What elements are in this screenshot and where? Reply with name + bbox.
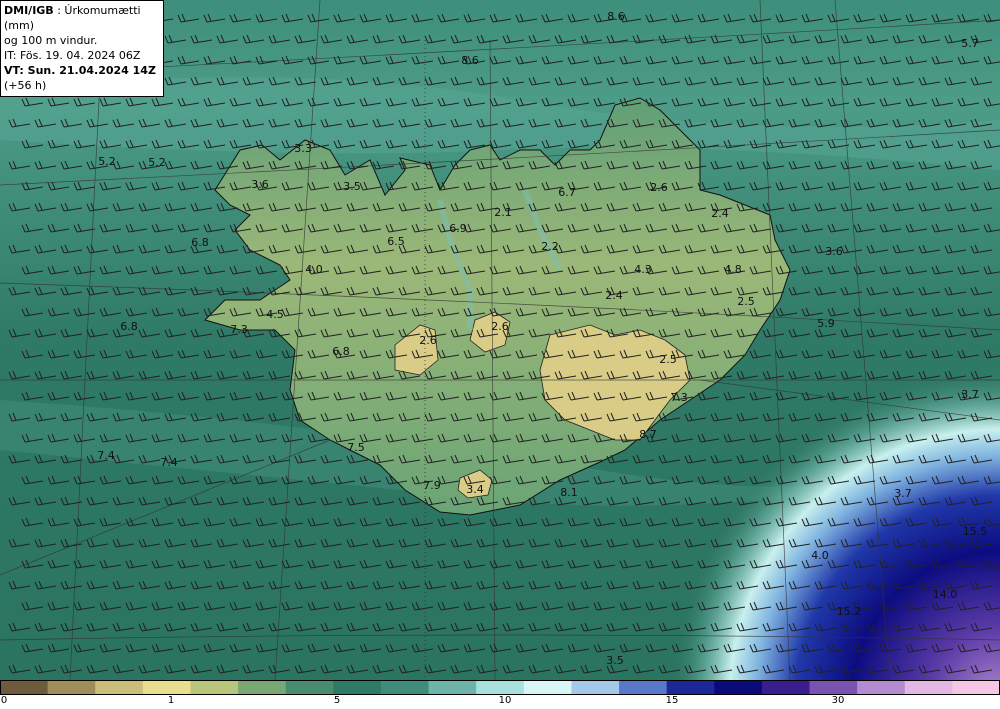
precip-value-label: 6.8	[120, 320, 138, 333]
precip-value-label: 3.4	[466, 483, 484, 496]
header-line-2: og 100 m vindur.	[4, 34, 98, 47]
precip-value-label: 2.4	[711, 207, 729, 220]
colorbar-segment	[47, 680, 96, 695]
precip-value-label: 4.0	[305, 263, 323, 276]
precip-value-label: 6.7	[558, 186, 576, 199]
colorbar-segment	[0, 680, 49, 695]
header-line-1: DMI/IGB : Úrkomumætti (mm)	[4, 3, 158, 33]
precip-value-label: 6.9	[449, 222, 467, 235]
precip-value-label: 7.4	[97, 449, 115, 462]
precip-value-label: 5.2	[98, 155, 116, 168]
precip-value-label: 5.9	[817, 317, 835, 330]
precip-value-label: 8.1	[560, 486, 578, 499]
precip-value-label: 2.1	[494, 206, 512, 219]
colorbar-segment	[523, 680, 573, 695]
precip-value-label: 3.6	[825, 245, 843, 258]
precip-value-label: 3.5	[343, 180, 361, 193]
colorbar-segment	[95, 680, 144, 695]
map-header: DMI/IGB : Úrkomumætti (mm) og 100 m vind…	[0, 0, 164, 97]
precip-value-label: 3.6	[251, 178, 269, 191]
precip-value-label: 7.3	[230, 323, 248, 336]
colorbar-segment	[285, 680, 334, 695]
source-label: DMI/IGB	[4, 4, 54, 17]
colorbar-tick: 1	[167, 695, 175, 706]
precip-value-label: 2.5	[659, 353, 677, 366]
precip-value-label: 4.3	[634, 263, 652, 276]
precip-value-label: 4.0	[811, 549, 829, 562]
precip-value-label: 2.2	[541, 240, 559, 253]
colorbar-segment	[380, 680, 430, 695]
precip-value-label: 2.5	[737, 295, 755, 308]
precip-value-label: 4.5	[266, 308, 284, 321]
precip-value-label: 3.5	[606, 654, 624, 667]
colorbar-segment	[476, 680, 525, 695]
colorbar-segment	[142, 680, 192, 695]
precip-value-label: 2.4	[605, 289, 623, 302]
colorbar-segment	[571, 680, 620, 695]
precip-value-label: 6.8	[191, 236, 209, 249]
colorbar-ticks: 0 1 5 10 15 30	[0, 695, 1000, 709]
issue-time: IT: Fös. 19. 04. 2024 06Z	[4, 49, 141, 62]
precip-value-label: 3.7	[894, 487, 912, 500]
colorbar-segment	[428, 680, 477, 695]
colorbar-segment	[714, 680, 763, 695]
precip-value-label: 4.8	[724, 263, 742, 276]
precip-value-label: 2.6	[491, 320, 509, 333]
colorbar-segment	[238, 680, 287, 695]
colorbar-tick: 5	[333, 695, 341, 706]
valid-time-main: VT: Sun. 21.04.2024 14Z	[4, 64, 156, 77]
precip-value-label: 7.9	[423, 479, 441, 492]
colorbar-segment	[190, 680, 239, 695]
colorbar-segment	[666, 680, 715, 695]
colorbar-segment	[619, 680, 668, 695]
forecast-map: 8.6 8.6 5.7 3.3 5.2 5.2 3.6 3.5 6.7 2.6 2.1 2.4 6.9 6…	[0, 0, 1000, 680]
colorbar-tick: 0	[0, 695, 8, 706]
precip-value-label: 14.0	[933, 588, 958, 601]
colorbar-tick: 15	[665, 695, 679, 706]
precip-value-label: 2.6	[650, 181, 668, 194]
colorbar-tick: 30	[831, 695, 845, 706]
colorbar-segment	[761, 680, 811, 695]
precip-value-label: 6.8	[332, 345, 350, 358]
precip-value-label: 5.2	[148, 156, 166, 169]
colorbar-segment	[333, 680, 382, 695]
precip-value-label: 7.3	[670, 391, 688, 404]
colorbar-segment	[952, 680, 1000, 695]
precip-value-label: 8.7	[639, 428, 657, 441]
precip-value-label: 15.5	[963, 525, 988, 538]
precip-value-label: 7.4	[160, 456, 178, 469]
colorbar-segment	[857, 680, 906, 695]
precip-value-label: 2.6	[419, 334, 437, 347]
colorbar-tick: 10	[498, 695, 512, 706]
colorbar	[0, 680, 1000, 695]
precip-value-label: 8.6	[461, 54, 479, 67]
precip-value-label: 6.5	[387, 235, 405, 248]
valid-time-offset: (+56 h)	[4, 79, 47, 92]
precip-value-label: 3.3	[294, 142, 312, 155]
precip-value-label: 3.7	[961, 388, 979, 401]
precip-value-label: 5.7	[961, 37, 979, 50]
colorbar-segment	[904, 680, 953, 695]
precip-value-label: 7.5	[347, 441, 365, 454]
precip-value-label: 8.6	[607, 10, 625, 23]
precip-value-label: 15.2	[837, 605, 862, 618]
colorbar-segment	[809, 680, 858, 695]
valid-time: VT: Sun. 21.04.2024 14Z (+56 h)	[4, 63, 158, 93]
